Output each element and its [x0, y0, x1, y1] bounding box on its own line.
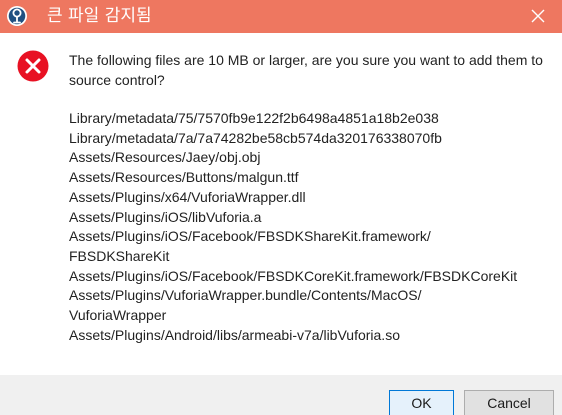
dialog-content: The following files are 10 MB or larger,…	[0, 33, 562, 375]
file-list-item: Assets/Plugins/iOS/libVuforia.a	[69, 208, 262, 225]
warning-message: The following files are 10 MB or larger,…	[69, 52, 543, 88]
button-bar: OK Cancel	[0, 375, 562, 415]
title-bar: 큰 파일 감지됨	[0, 0, 562, 33]
file-list-item: Assets/Plugins/Android/libs/armeabi-v7a/…	[69, 326, 400, 343]
file-list-item: Library/metadata/7a/7a74282be58cb574da32…	[69, 129, 442, 146]
window-title: 큰 파일 감지됨	[47, 6, 152, 26]
file-list-item: Assets/Plugins/iOS/Facebook/FBSDKCoreKit…	[69, 267, 518, 284]
file-list-item: Assets/Resources/Jaey/obj.obj	[69, 149, 261, 166]
file-list: Library/metadata/75/7570fb9e122f2b6498a4…	[69, 109, 554, 345]
file-list-item: Assets/Plugins/VuforiaWrapper.bundle/Con…	[69, 287, 422, 304]
cancel-button[interactable]: Cancel	[464, 390, 554, 415]
file-list-item: Assets/Plugins/iOS/Facebook/FBSDKShareKi…	[69, 228, 431, 245]
close-icon	[531, 9, 545, 23]
file-list-item: Assets/Plugins/x64/VuforiaWrapper.dll	[69, 188, 306, 205]
file-list-item: Assets/Resources/Buttons/malgun.ttf	[69, 169, 299, 186]
file-list-item: VuforiaWrapper	[69, 307, 167, 324]
file-list-item: FBSDKShareKit	[69, 247, 170, 264]
large-file-dialog: 큰 파일 감지됨 The following files are 10 MB o…	[0, 0, 562, 415]
file-list-item: Library/metadata/75/7570fb9e122f2b6498a4…	[69, 110, 439, 126]
ok-button[interactable]: OK	[389, 390, 454, 415]
close-button[interactable]	[520, 0, 556, 33]
error-icon	[17, 50, 49, 82]
sourcetree-icon	[6, 5, 28, 27]
